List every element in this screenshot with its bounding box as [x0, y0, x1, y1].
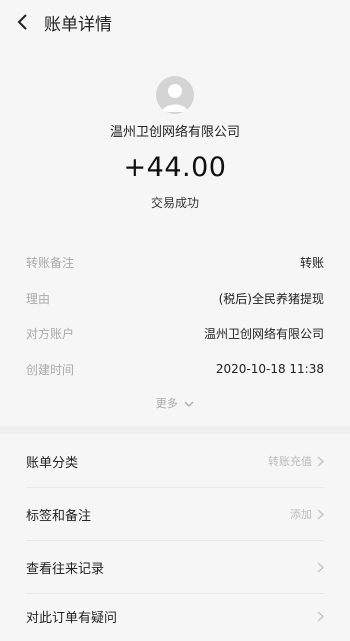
detail-row-reason: 理由 (税后)全民养猪提现	[26, 288, 324, 308]
detail-value: (税后)全民养猪提现	[218, 291, 324, 306]
chevron-down-icon	[184, 401, 194, 407]
transaction-status: 交易成功	[150, 196, 199, 210]
section-divider	[0, 426, 350, 434]
menu-item-label: 对此订单有疑问	[26, 610, 118, 626]
detail-label: 转账备注	[26, 255, 75, 270]
chevron-right-icon	[317, 562, 324, 572]
menu-item-tags-notes[interactable]: 标签和备注 添加	[0, 489, 350, 539]
page-title: 账单详情	[44, 15, 112, 35]
more-toggle[interactable]: 更多	[0, 395, 350, 411]
user-avatar-icon	[162, 84, 188, 112]
menu-item-question[interactable]: 对此订单有疑问	[0, 591, 350, 641]
menu-item-label: 标签和备注	[26, 508, 92, 524]
row-separator	[26, 487, 324, 488]
back-button[interactable]	[10, 9, 36, 35]
detail-label: 理由	[26, 291, 51, 306]
transaction-amount: +44.00	[123, 152, 227, 183]
menu-item-label: 账单分类	[26, 455, 79, 471]
detail-label: 对方账户	[26, 326, 75, 341]
chevron-right-icon	[317, 509, 324, 519]
avatar	[156, 76, 194, 114]
detail-row-note: 转账备注 转账	[26, 252, 324, 272]
menu-item-label: 查看往来记录	[26, 561, 105, 577]
menu-item-history[interactable]: 查看往来记录	[0, 542, 350, 592]
merchant-name: 温州卫创网络有限公司	[109, 125, 240, 140]
more-label: 更多	[155, 397, 178, 410]
detail-label: 创建时间	[26, 362, 75, 377]
detail-row-created-time: 创建时间 2020-10-18 11:38	[26, 359, 324, 379]
detail-value: 转账	[299, 255, 324, 270]
menu-item-value: 转账充值	[268, 455, 312, 468]
detail-value: 2020-10-18 11:38	[215, 362, 324, 376]
row-separator	[26, 540, 324, 541]
header-bar: 账单详情	[0, 0, 350, 46]
back-arrow-icon	[17, 14, 27, 30]
chevron-right-icon	[317, 456, 324, 466]
detail-value: 温州卫创网络有限公司	[203, 326, 324, 341]
chevron-right-icon	[317, 611, 324, 621]
detail-row-counterparty: 对方账户 温州卫创网络有限公司	[26, 323, 324, 343]
menu-item-value: 添加	[290, 508, 312, 521]
menu-item-category[interactable]: 账单分类 转账充值	[0, 436, 350, 486]
